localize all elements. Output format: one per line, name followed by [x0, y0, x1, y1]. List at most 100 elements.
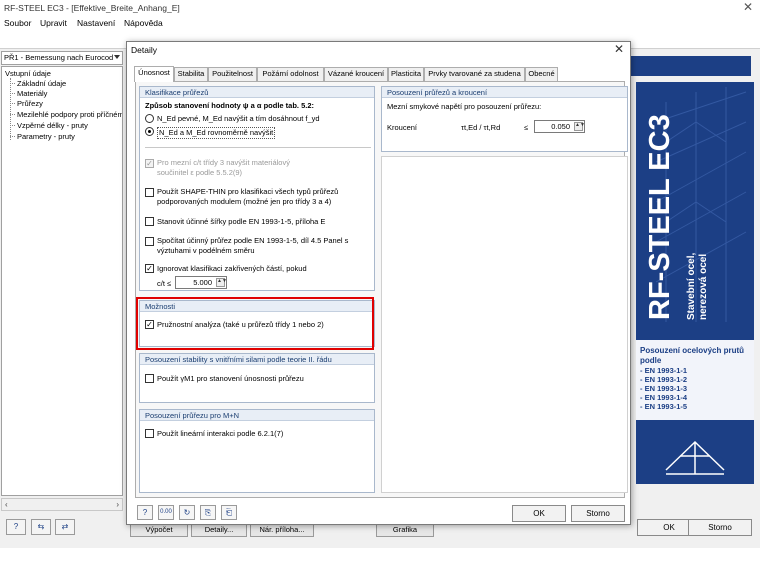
- load-case-value: PŘ1 - Bemessung nach Eurocod: [4, 53, 114, 62]
- ct-limit-value: 5.000: [193, 278, 212, 287]
- scroll-right-icon[interactable]: ›: [116, 500, 119, 509]
- details-button[interactable]: Detaily...: [191, 523, 247, 537]
- ignore-curved-label: Ignorovat klasifikaci zakřivených částí,…: [157, 264, 307, 273]
- checkbox-shape-thin[interactable]: [145, 188, 154, 197]
- panel-classification-header: Klasifikace průřezů: [140, 87, 374, 98]
- banner-sub1: Stavební ocel,: [686, 252, 697, 320]
- ct-limit-spinner[interactable]: 5.000 ▲▼: [175, 276, 227, 289]
- radio-uniform-increase-label: N_Ed a M_Ed rovnoměrně navýšit: [157, 127, 276, 139]
- tree-item-prurezy[interactable]: Průřezy: [17, 99, 43, 108]
- dialog-cancel-button[interactable]: Storno: [571, 505, 625, 522]
- menu-napoveda[interactable]: Nápověda: [124, 18, 163, 28]
- effective-section-line2: výztuhami v podélném směru: [157, 246, 255, 255]
- shape-thin-line2: podporovaných modulem (možné jen pro tří…: [157, 197, 332, 206]
- torsion-limit-value: 0.050: [551, 122, 570, 131]
- banner-description-box: Posouzení ocelových prutů podle - EN 199…: [636, 340, 754, 420]
- checkbox-use-gamma-m1[interactable]: [145, 374, 154, 383]
- national-annex-button[interactable]: Nár. příloha...: [250, 523, 314, 537]
- tab-plasticita[interactable]: Plasticita: [388, 67, 424, 81]
- units-icon[interactable]: 0.00: [158, 505, 174, 520]
- checkbox-linear-interaction[interactable]: [145, 429, 154, 438]
- app-title: RF-STEEL EC3 - [Effektive_Breite_Anhang_…: [4, 3, 180, 13]
- tab-unosnost[interactable]: Únosnost: [134, 66, 174, 82]
- tree-horizontal-scrollbar[interactable]: ‹ ›: [1, 498, 123, 511]
- panel-mn: Posouzení průřezu pro M+N Použít lineárn…: [139, 409, 375, 493]
- app-nav-icon[interactable]: ⇆: [31, 519, 51, 535]
- torsion-row-label: Kroucení: [387, 123, 418, 132]
- panel-mn-header: Posouzení průřezu pro M+N: [140, 410, 374, 421]
- dialog-ok-button[interactable]: OK: [512, 505, 566, 522]
- spinner-arrows-icon[interactable]: ▲▼: [216, 278, 227, 287]
- norm-5: - EN 1993-1-5: [640, 402, 688, 411]
- chevron-down-icon: [114, 55, 120, 59]
- tree-item-parametry-pruty[interactable]: Parametry - pruty: [17, 132, 75, 141]
- c3-material-factor-line2: součinitel ε podle 5.5.2(9): [157, 168, 243, 177]
- menu-upravit[interactable]: Upravit: [40, 18, 67, 28]
- tab-pouzitelnost[interactable]: Použitelnost: [208, 67, 257, 81]
- tree-item-mezilehle-podpory[interactable]: Mezilehlé podpory proti příčném: [17, 110, 122, 119]
- checkbox-ignore-curved[interactable]: ✓: [145, 264, 154, 273]
- tree-item-zakladni-udaje[interactable]: Základní údaje: [17, 79, 66, 88]
- panel-torsion: Posouzení průřezů a kroucení Mezní smyko…: [381, 86, 628, 152]
- dialog-title: Detaily: [131, 45, 157, 55]
- separator: [145, 147, 371, 148]
- menu-bar: Soubor Upravit Nastavení Nápověda: [0, 16, 760, 30]
- checkbox-effective-widths[interactable]: [145, 217, 154, 226]
- torsion-ratio-label: τt,Ed / τt,Rd: [461, 123, 501, 132]
- banner-product-name: RF-STEEL EC3: [644, 114, 676, 320]
- load-case-combo[interactable]: PŘ1 - Bemessung nach Eurocod: [1, 51, 123, 65]
- tab-prvky-za-studena[interactable]: Prvky tvarované za studena: [424, 67, 525, 81]
- dialog-tabstrip: Únosnost Stabilita Použitelnost Požární …: [134, 66, 624, 82]
- highlight-frame: [136, 297, 374, 350]
- radio-fixed-ned[interactable]: [145, 114, 154, 123]
- linear-interaction-label: Použít lineární interakci podle 6.2.1(7): [157, 429, 284, 438]
- torsion-le-sign: ≤: [524, 123, 529, 132]
- banner-sub2: nerezová ocel: [698, 253, 709, 320]
- banner-logo-area: [636, 420, 754, 484]
- tree-item-materialy[interactable]: Materiály: [17, 89, 47, 98]
- scroll-left-icon[interactable]: ‹: [5, 500, 8, 509]
- app-help-icon[interactable]: ?: [6, 519, 26, 535]
- panel-empty-right: [381, 156, 628, 493]
- panel-stability-header: Posouzení stability s vnitřními silami p…: [140, 354, 374, 365]
- reset-icon[interactable]: ↻: [179, 505, 195, 520]
- torsion-limit-spinner[interactable]: 0.050 ▲▼: [534, 120, 585, 133]
- radio-uniform-increase[interactable]: [145, 127, 154, 136]
- menu-nastaveni[interactable]: Nastavení: [77, 18, 115, 28]
- panel-stability: Posouzení stability s vnitřními silami p…: [139, 353, 375, 403]
- app-header-band: [631, 56, 751, 76]
- app-close-icon[interactable]: ✕: [741, 0, 755, 14]
- app-cancel-button[interactable]: Storno: [688, 519, 752, 536]
- banner-description: Posouzení ocelových prutů podle: [640, 346, 745, 365]
- panel-torsion-header: Posouzení průřezů a kroucení: [382, 87, 627, 98]
- tab-obecne[interactable]: Obecné: [525, 67, 558, 81]
- ct-label: c/t ≤: [157, 279, 172, 288]
- effective-widths-label: Stanovit účinné šířky podle EN 1993-1-5,…: [157, 217, 326, 226]
- menu-soubor[interactable]: Soubor: [4, 18, 31, 28]
- tree-root-input-data[interactable]: Vstupní údaje: [5, 69, 51, 78]
- navigator-tree: Vstupní údaje Základní údaje Materiály P…: [1, 66, 123, 496]
- export-icon[interactable]: ⎘: [200, 505, 216, 520]
- help-icon[interactable]: ?: [137, 505, 153, 520]
- panel-classification: Klasifikace průřezů Způsob stanovení hod…: [139, 86, 375, 291]
- torsion-limit-label: Mezní smykové napětí pro posouzení průře…: [387, 102, 542, 111]
- dialog-close-icon[interactable]: ✕: [612, 42, 626, 56]
- shape-thin-line1: Použít SHAPE-THIN pro klasifikaci všech …: [157, 187, 339, 196]
- dlubal-logo-icon: [665, 440, 725, 475]
- effective-section-line1: Spočítat účinný průřez podle EN 1993-1-5…: [157, 236, 349, 245]
- radio-fixed-ned-label: N_Ed pevné, M_Ed navýšit a tím dosáhnout…: [157, 114, 320, 123]
- tab-pozarni-odolnost[interactable]: Požární odolnost: [257, 67, 324, 81]
- calculate-button[interactable]: Výpočet: [130, 523, 188, 537]
- spinner-arrows-icon[interactable]: ▲▼: [574, 122, 585, 131]
- checkbox-effective-section[interactable]: [145, 237, 154, 246]
- app-export-icon[interactable]: ⇄: [55, 519, 75, 535]
- use-gamma-m1-label: Použít γM1 pro stanovení únosnosti průře…: [157, 374, 304, 383]
- method-label: Způsob stanovení hodnoty ψ a α podle tab…: [145, 101, 315, 110]
- graphics-button[interactable]: Grafika: [376, 523, 434, 537]
- import-icon[interactable]: ⎗: [221, 505, 237, 520]
- tab-stabilita[interactable]: Stabilita: [174, 67, 208, 81]
- tab-vazane-krouceni[interactable]: Vázané kroucení: [324, 67, 388, 81]
- checkbox-c3-material-factor: ✓: [145, 159, 154, 168]
- c3-material-factor-line1: Pro mezní c/t třídy 3 navýšit materiálov…: [157, 158, 290, 167]
- tree-item-vzperne-delky[interactable]: Vzpěrné délky - pruty: [17, 121, 88, 130]
